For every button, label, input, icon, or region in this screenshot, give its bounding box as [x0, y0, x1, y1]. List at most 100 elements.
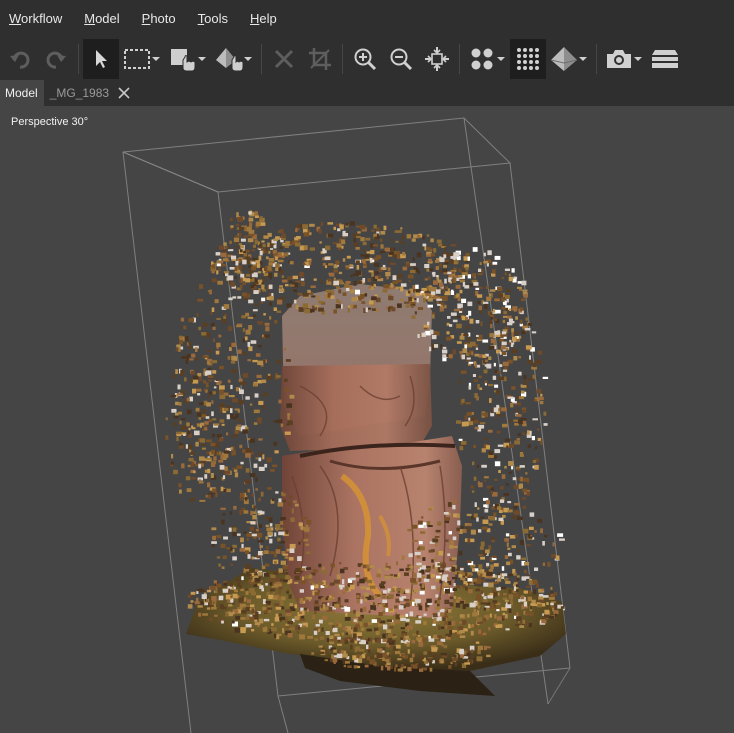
cloud-point	[232, 556, 237, 561]
cloud-point	[308, 574, 313, 579]
model-viewport[interactable]: Perspective 30°	[0, 106, 734, 733]
cloud-point	[218, 245, 225, 250]
tab-photo[interactable]: _MG_1983	[44, 80, 136, 106]
cloud-point	[500, 345, 506, 350]
cloud-point	[405, 304, 410, 308]
cloud-point	[384, 247, 391, 252]
cloud-point	[482, 519, 489, 524]
delete-button[interactable]	[266, 39, 302, 79]
cloud-point	[537, 603, 542, 608]
cloud-point	[415, 599, 421, 604]
cloud-point	[350, 289, 355, 294]
cloud-point	[355, 289, 360, 295]
cloud-point	[242, 282, 246, 285]
cloud-point	[505, 533, 510, 537]
cloud-point	[497, 578, 502, 582]
menu-photo[interactable]: Photo	[137, 0, 187, 37]
reset-view-button[interactable]	[419, 39, 455, 79]
cloud-point	[466, 343, 473, 348]
cloud-point	[431, 559, 434, 563]
cloud-point	[195, 464, 199, 467]
cloud-point	[243, 597, 247, 602]
cloud-point	[269, 523, 273, 527]
show-cameras-button[interactable]	[601, 39, 637, 79]
cloud-point	[396, 561, 399, 566]
close-icon[interactable]	[118, 87, 130, 99]
rotate-object-button[interactable]	[211, 39, 247, 79]
zoom-out-button[interactable]	[383, 39, 419, 79]
cloud-point	[515, 584, 519, 588]
cloud-point	[496, 430, 501, 434]
rectangle-selection-button[interactable]	[119, 39, 155, 79]
cloud-point	[437, 563, 442, 566]
cloud-point	[412, 591, 415, 595]
cloud-point	[359, 641, 362, 644]
navigation-button[interactable]	[83, 38, 119, 79]
menu-help[interactable]: Help	[245, 0, 288, 37]
menu-workflow[interactable]: Workflow	[4, 0, 73, 37]
cloud-point	[493, 563, 499, 567]
tab-model[interactable]: Model	[0, 80, 44, 106]
cloud-point	[214, 614, 218, 617]
zoom-in-button[interactable]	[347, 39, 383, 79]
cloud-point	[504, 599, 509, 602]
show-model-button[interactable]	[546, 39, 582, 79]
cloud-point	[255, 260, 260, 263]
cloud-point	[356, 598, 360, 604]
cloud-point	[299, 589, 304, 593]
cloud-point	[215, 378, 219, 381]
cloud-point	[305, 567, 311, 570]
cloud-point	[227, 379, 231, 383]
cloud-point	[239, 227, 245, 231]
show-layers-button[interactable]	[647, 39, 683, 79]
cloud-point	[226, 432, 229, 436]
cloud-point	[340, 639, 346, 644]
cloud-point	[506, 561, 511, 566]
cloud-point	[207, 358, 213, 362]
cloud-point	[371, 229, 375, 232]
cloud-point	[362, 564, 367, 569]
menu-model[interactable]: Model	[79, 0, 130, 37]
menu-tools[interactable]: Tools	[193, 0, 239, 37]
cloud-point	[297, 556, 302, 561]
cloud-point	[448, 665, 452, 669]
cloud-point	[198, 417, 202, 420]
cloud-point	[338, 591, 342, 594]
cloud-point	[483, 476, 489, 479]
cloud-point	[516, 438, 521, 441]
cloud-point	[456, 341, 462, 344]
cloud-point	[527, 533, 531, 537]
cloud-point	[423, 297, 426, 303]
redo-button[interactable]	[38, 39, 74, 79]
cloud-point	[352, 638, 357, 641]
move-region-button[interactable]	[165, 39, 201, 79]
cloud-point	[389, 638, 393, 643]
cloud-point	[465, 316, 468, 321]
cloud-point	[477, 273, 483, 276]
cloud-point	[360, 586, 367, 590]
cloud-point	[481, 464, 487, 468]
cloud-point	[400, 627, 405, 630]
cloud-point	[527, 359, 533, 365]
cloud-point	[459, 614, 464, 618]
cloud-point	[179, 442, 183, 446]
cloud-point	[211, 607, 217, 610]
cloud-point	[248, 325, 253, 330]
cloud-point	[371, 308, 377, 311]
show-points-button[interactable]	[464, 39, 500, 79]
cloud-point	[279, 246, 283, 249]
cloud-point	[380, 586, 386, 589]
show-dense-cloud-button[interactable]	[510, 38, 546, 79]
cloud-point	[461, 441, 467, 445]
undo-button[interactable]	[2, 39, 38, 79]
cloud-point	[366, 641, 369, 645]
cloud-point	[425, 293, 431, 297]
crop-button[interactable]	[302, 39, 338, 79]
cloud-point	[362, 261, 366, 264]
cloud-point	[394, 574, 398, 577]
cloud-point	[325, 289, 331, 293]
cloud-point	[483, 304, 488, 310]
cloud-point	[504, 555, 509, 559]
cloud-point	[242, 351, 247, 356]
cloud-point	[388, 307, 391, 312]
